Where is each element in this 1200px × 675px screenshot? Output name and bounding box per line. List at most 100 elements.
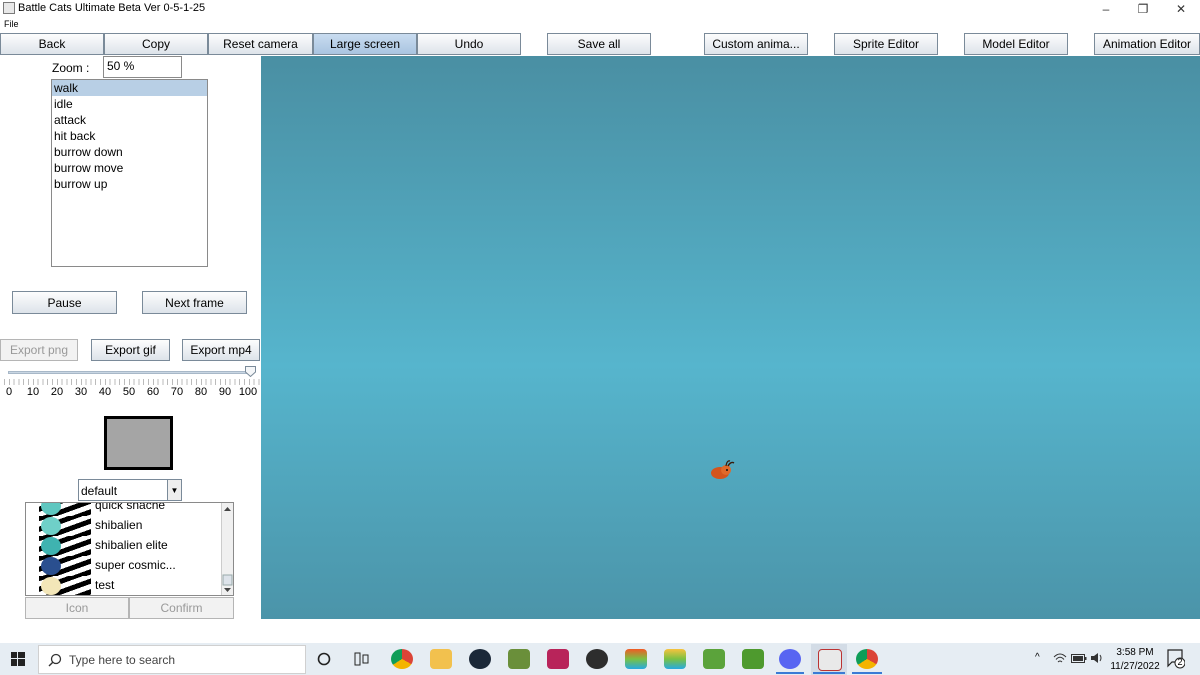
obs-icon[interactable] [586, 649, 608, 669]
animation-item-burrow-move[interactable]: burrow move [52, 160, 207, 176]
unit-icon [39, 516, 91, 536]
search-icon [48, 653, 62, 667]
speaker-icon[interactable] [1090, 652, 1104, 664]
list-item[interactable]: shibalien elite [26, 536, 222, 556]
frame-slider-track[interactable] [8, 371, 252, 374]
file-explorer-icon[interactable] [430, 649, 452, 669]
title-bar: Battle Cats Ultimate Beta Ver 0-5-1-25 –… [0, 0, 1200, 18]
custom-animation-button[interactable]: Custom anima... [704, 33, 808, 55]
notification-count: 2 [1177, 657, 1183, 667]
slider-ticks [4, 379, 260, 385]
pause-button[interactable]: Pause [12, 291, 117, 314]
unit-face-icon [41, 537, 61, 555]
animation-item-burrow-down[interactable]: burrow down [52, 144, 207, 160]
animation-canvas[interactable] [261, 56, 1200, 619]
chevron-up-icon[interactable]: ^ [1035, 652, 1040, 663]
save-all-button[interactable]: Save all [547, 33, 651, 55]
app-green-icon[interactable] [703, 649, 725, 669]
unit-icon [39, 576, 91, 595]
slider-tick-label: 0 [5, 386, 13, 398]
sprite-editor-button[interactable]: Sprite Editor [834, 33, 938, 55]
animation-item-hit-back[interactable]: hit back [52, 128, 207, 144]
zoom-label: Zoom : [52, 61, 90, 75]
chrome-active-indicator [852, 672, 882, 674]
windows-start-icon[interactable] [11, 652, 25, 666]
zoom-field[interactable]: 50 % [103, 56, 182, 78]
unit-face-icon [41, 517, 61, 535]
clock-time[interactable]: 3:58 PM [1104, 647, 1166, 658]
animation-item-burrow-up[interactable]: burrow up [52, 176, 207, 192]
app-green-2-icon[interactable] [742, 649, 764, 669]
unit-name: shibalien [95, 518, 143, 532]
unit-name: test [95, 578, 115, 592]
clock-date[interactable]: 11/27/2022 [1104, 661, 1166, 672]
scrollbar-arrows-icon [222, 507, 233, 592]
cortana-icon[interactable] [317, 652, 331, 666]
icon-preview [104, 416, 173, 470]
unit-face-icon [41, 577, 61, 595]
chrome-icon[interactable] [391, 649, 413, 669]
undo-button[interactable]: Undo [417, 33, 521, 55]
unit-icon [39, 556, 91, 576]
unit-icon [39, 503, 91, 516]
unit-list-scrollbar[interactable] [221, 503, 233, 595]
discord-icon[interactable] [779, 649, 801, 669]
wifi-icon[interactable] [1053, 652, 1067, 664]
slider-tick-label: 100 [238, 386, 258, 398]
form-select[interactable]: default ▼ [78, 479, 182, 501]
java-icon[interactable] [818, 649, 842, 671]
export-mp4-button[interactable]: Export mp4 [182, 339, 260, 361]
slider-tick-label: 60 [146, 386, 160, 398]
chevron-down-icon[interactable]: ▼ [167, 480, 181, 500]
animation-editor-button[interactable]: Animation Editor [1094, 33, 1200, 55]
copy-button[interactable]: Copy [104, 33, 208, 55]
minimize-button[interactable]: – [1087, 0, 1125, 18]
list-item[interactable]: shibalien [26, 516, 222, 536]
unit-name: shibalien elite [95, 538, 168, 552]
unit-list[interactable]: quick snache shibalien shibalien elite s… [25, 502, 234, 596]
animation-item-attack[interactable]: attack [52, 112, 207, 128]
animation-list[interactable]: walk idle attack hit back burrow down bu… [51, 79, 208, 267]
unit-face-icon [41, 503, 61, 515]
list-item[interactable]: test [26, 576, 222, 595]
unit-face-icon [41, 557, 61, 575]
media-app-icon[interactable] [547, 649, 569, 669]
reset-camera-button[interactable]: Reset camera [208, 33, 313, 55]
confirm-button[interactable]: Confirm [129, 597, 234, 619]
java-app-icon [3, 2, 15, 14]
slider-tick-label: 30 [74, 386, 88, 398]
model-editor-button[interactable]: Model Editor [964, 33, 1068, 55]
icon-button[interactable]: Icon [25, 597, 129, 619]
steam-icon[interactable] [469, 649, 491, 669]
menu-bar: File [0, 18, 1200, 32]
list-item[interactable]: super cosmic... [26, 556, 222, 576]
animation-item-walk[interactable]: walk [52, 80, 207, 96]
battery-icon[interactable] [1071, 654, 1087, 663]
java-active-indicator [813, 672, 845, 674]
restore-button[interactable]: ❐ [1124, 0, 1162, 18]
unit-name: quick snache [95, 502, 166, 512]
bluestacks-icon[interactable] [625, 649, 647, 669]
frame-slider-thumb[interactable] [245, 366, 256, 377]
sprite-icon [711, 460, 735, 479]
back-button[interactable]: Back [0, 33, 104, 55]
discord-active-indicator [776, 672, 804, 674]
slider-tick-label: 10 [26, 386, 40, 398]
slider-tick-label: 20 [50, 386, 64, 398]
menu-file[interactable]: File [4, 19, 19, 29]
animation-item-idle[interactable]: idle [52, 96, 207, 112]
export-gif-button[interactable]: Export gif [91, 339, 170, 361]
next-frame-button[interactable]: Next frame [142, 291, 247, 314]
list-item[interactable]: quick snache [26, 502, 222, 516]
slider-tick-label: 90 [218, 386, 232, 398]
taskbar-search-input[interactable]: Type here to search [38, 645, 306, 674]
bluestacks-alt-icon[interactable] [664, 649, 686, 669]
task-view-icon[interactable] [354, 652, 370, 666]
close-button[interactable]: ✕ [1162, 0, 1200, 18]
chrome-2-icon[interactable] [856, 649, 878, 669]
form-select-value: default [81, 484, 118, 498]
minecraft-icon[interactable] [508, 649, 530, 669]
large-screen-button[interactable]: Large screen [313, 33, 417, 55]
export-png-button[interactable]: Export png [0, 339, 78, 361]
search-placeholder: Type here to search [69, 653, 176, 667]
